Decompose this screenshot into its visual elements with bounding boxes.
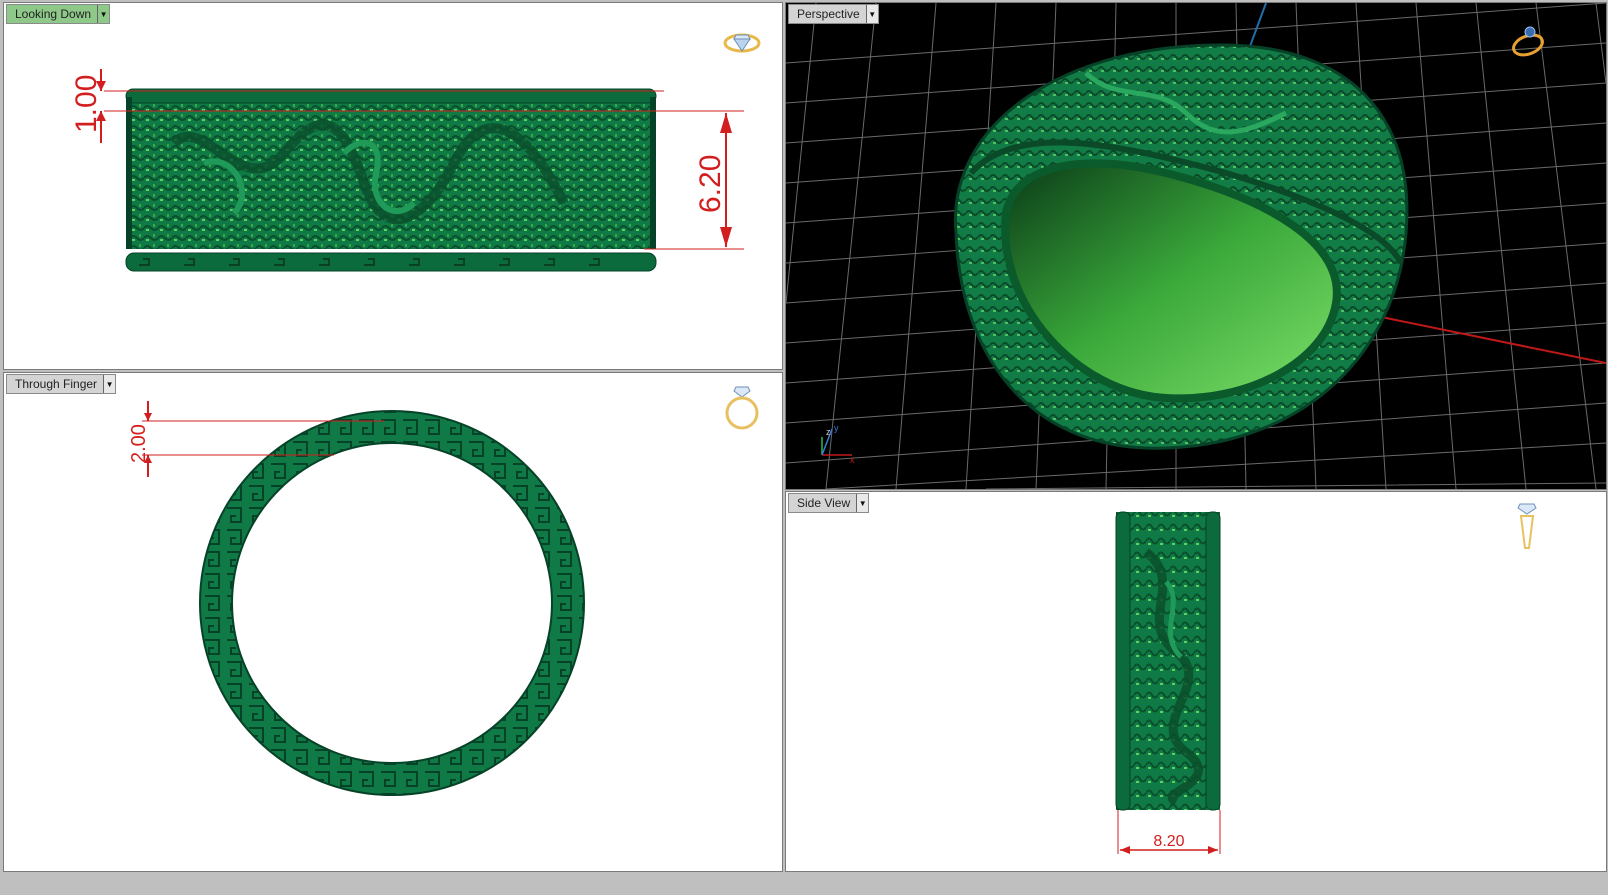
ring-front-view-icon[interactable] (722, 381, 762, 431)
ring-perspective-model (953, 43, 1409, 450)
looking-down-scene: 1.00 6.20 (70, 69, 744, 272)
viewport-perspective[interactable]: Perspective ▼ z y x (785, 2, 1607, 490)
viewport-side-view[interactable]: Side View ▼ 8.20 (785, 491, 1607, 872)
ring-perspective-icon[interactable] (1508, 23, 1548, 59)
viewport-tab-side-view[interactable]: Side View ▼ (788, 493, 870, 513)
ring-side-view-icon[interactable] (1512, 500, 1542, 552)
chevron-down-icon[interactable]: ▼ (856, 494, 869, 512)
svg-text:y: y (834, 423, 839, 433)
side-view-scene: 8.20 (1115, 511, 1221, 854)
perspective-scene: z y x (786, 3, 1606, 489)
viewport-label: Side View (797, 496, 851, 510)
svg-text:z: z (826, 427, 831, 437)
dimension-label-edge: 1.00 (70, 75, 103, 133)
ring-top-view-icon[interactable] (722, 29, 762, 55)
dimension-label-width: 8.20 (1153, 833, 1184, 850)
chevron-down-icon[interactable]: ▼ (103, 375, 116, 393)
viewport-through-finger[interactable]: Through Finger ▼ 2.00 (3, 372, 783, 872)
viewport-tab-looking-down[interactable]: Looking Down ▼ (6, 4, 111, 24)
viewport-tab-perspective[interactable]: Perspective ▼ (788, 4, 879, 24)
chevron-down-icon[interactable]: ▼ (865, 5, 878, 23)
chevron-down-icon[interactable]: ▼ (97, 5, 110, 23)
svg-text:x: x (850, 455, 855, 465)
viewport-looking-down[interactable]: Looking Down ▼ 1.00 6.20 (3, 2, 783, 370)
through-finger-scene: 2.00 (128, 401, 585, 796)
ring-side-view (1115, 511, 1221, 811)
viewport-tab-through-finger[interactable]: Through Finger ▼ (6, 374, 117, 394)
viewport-label: Perspective (797, 7, 860, 21)
viewport-label: Looking Down (15, 7, 92, 21)
dimension-band-height: 6.20 (644, 110, 744, 250)
dimension-band-width: 8.20 (1117, 810, 1221, 854)
ring-front-view (199, 410, 585, 796)
dimension-label-thickness: 2.00 (128, 424, 150, 463)
ring-band-top-view (125, 88, 657, 272)
viewport-label: Through Finger (15, 377, 98, 391)
dimension-label-height: 6.20 (694, 155, 727, 213)
